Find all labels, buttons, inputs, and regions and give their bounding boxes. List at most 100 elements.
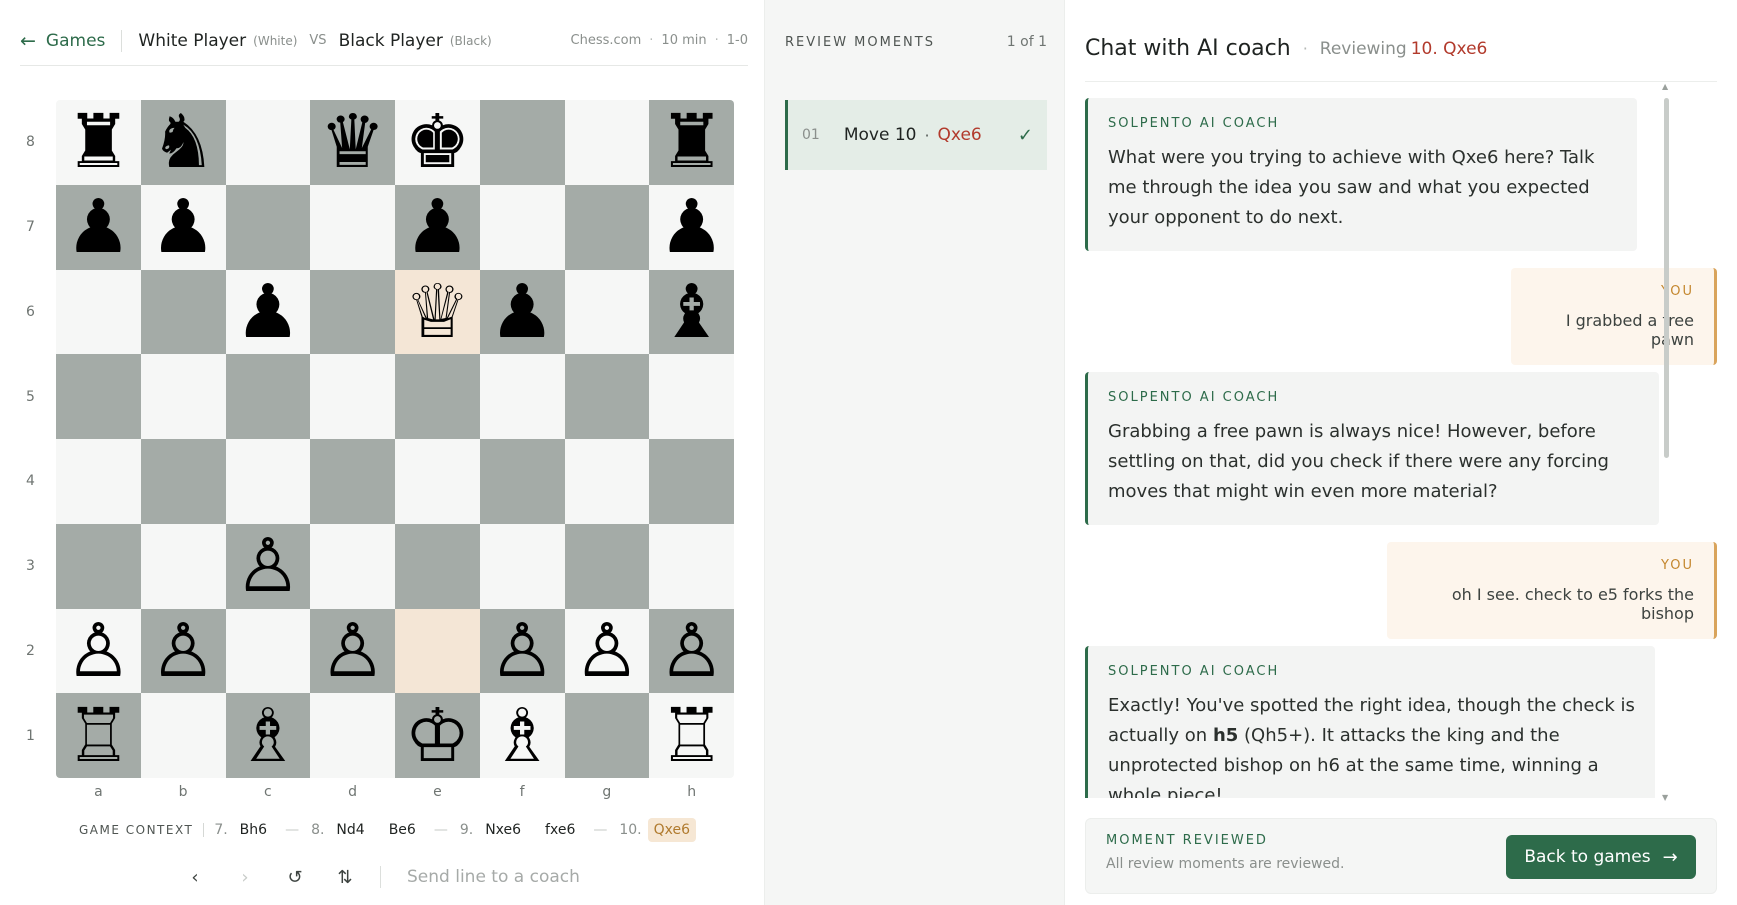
square-f3[interactable] xyxy=(479,523,565,609)
square-b7[interactable]: ♟ xyxy=(140,184,226,270)
review-moment-item[interactable]: 01 Move 10 · Qxe6 ✓ xyxy=(785,100,1047,170)
white-rook-icon[interactable]: ♖ xyxy=(658,699,724,773)
square-g5[interactable] xyxy=(564,354,650,439)
square-g7[interactable] xyxy=(564,184,650,270)
square-f1[interactable]: ♗ xyxy=(479,693,565,778)
square-g1[interactable] xyxy=(564,693,650,778)
scrollbar-thumb[interactable] xyxy=(1664,98,1669,458)
move-7-white[interactable]: Bh6 xyxy=(234,818,273,842)
square-e2[interactable] xyxy=(395,608,480,694)
chat-scrollbar[interactable]: ▲ ▼ xyxy=(1660,82,1672,802)
square-b3[interactable] xyxy=(140,523,226,609)
white-king-icon[interactable]: ♔ xyxy=(404,699,470,773)
square-f2[interactable]: ♙ xyxy=(479,608,565,694)
square-c1[interactable]: ♗ xyxy=(225,693,311,778)
chess-board[interactable]: ♜ ♞ ♛ ♚ ♜ ♟ ♟ ♟ ♟ ♟ ♕ ♟ ♝ ♙ ♙ ♙ ♙ ♙ ♙ ♙ ♖ ♗ ♔ ♗ ♖ xyxy=(56,100,734,778)
scroll-down-icon[interactable]: ▼ xyxy=(1662,793,1668,802)
square-e8[interactable]: ♚ xyxy=(395,100,480,185)
chevron-right-icon[interactable]: › xyxy=(230,862,260,892)
square-b8[interactable]: ♞ xyxy=(140,100,226,185)
move-9-black[interactable]: fxe6 xyxy=(539,818,581,842)
square-f7[interactable] xyxy=(479,184,565,270)
white-pawn-icon[interactable]: ♙ xyxy=(65,614,131,688)
square-a8[interactable]: ♜ xyxy=(56,100,141,185)
square-d5[interactable] xyxy=(310,354,395,439)
square-a5[interactable] xyxy=(56,354,141,439)
white-bishop-icon[interactable]: ♗ xyxy=(489,699,555,773)
black-pawn-icon[interactable]: ♟ xyxy=(489,275,555,349)
square-e7[interactable]: ♟ xyxy=(395,184,480,270)
square-c4[interactable] xyxy=(225,439,311,524)
black-pawn-icon[interactable]: ♟ xyxy=(150,190,216,264)
black-bishop-icon[interactable]: ♝ xyxy=(658,275,724,349)
move-9-white[interactable]: Nxe6 xyxy=(479,818,527,842)
square-b1[interactable] xyxy=(140,693,226,778)
black-rook-icon[interactable]: ♜ xyxy=(65,105,131,179)
send-line-to-coach-button[interactable]: Send line to a coach xyxy=(407,867,580,887)
square-a2[interactable]: ♙ xyxy=(56,608,141,694)
scroll-up-icon[interactable]: ▲ xyxy=(1662,82,1668,91)
black-pawn-icon[interactable]: ♟ xyxy=(65,190,131,264)
white-pawn-icon[interactable]: ♙ xyxy=(658,614,724,688)
square-b2[interactable]: ♙ xyxy=(140,608,226,694)
square-e4[interactable] xyxy=(395,439,480,524)
square-d2[interactable]: ♙ xyxy=(310,608,395,694)
square-c7[interactable] xyxy=(225,184,311,270)
chevron-left-icon[interactable]: ‹ xyxy=(180,862,210,892)
white-pawn-icon[interactable]: ♙ xyxy=(150,614,216,688)
square-h3[interactable] xyxy=(649,523,734,609)
black-king-icon[interactable]: ♚ xyxy=(404,105,470,179)
square-a6[interactable] xyxy=(56,269,141,355)
square-c3[interactable]: ♙ xyxy=(225,523,311,609)
white-pawn-icon[interactable]: ♙ xyxy=(319,614,385,688)
white-pawn-icon[interactable]: ♙ xyxy=(235,529,301,603)
square-h5[interactable] xyxy=(649,354,734,439)
black-knight-icon[interactable]: ♞ xyxy=(150,105,216,179)
white-bishop-icon[interactable]: ♗ xyxy=(235,699,301,773)
square-b6[interactable] xyxy=(140,269,226,355)
square-f5[interactable] xyxy=(479,354,565,439)
square-f8[interactable] xyxy=(479,100,565,185)
square-d3[interactable] xyxy=(310,523,395,609)
square-e5[interactable] xyxy=(395,354,480,439)
square-d8[interactable]: ♛ xyxy=(310,100,395,185)
square-h7[interactable]: ♟ xyxy=(649,184,734,270)
square-c8[interactable] xyxy=(225,100,311,185)
square-g4[interactable] xyxy=(564,439,650,524)
black-rook-icon[interactable]: ♜ xyxy=(658,105,724,179)
square-h8[interactable]: ♜ xyxy=(649,100,734,185)
square-d1[interactable] xyxy=(310,693,395,778)
white-pawn-icon[interactable]: ♙ xyxy=(574,614,640,688)
chat-messages[interactable]: SOLPENTO AI COACH What were you trying t… xyxy=(1085,98,1717,798)
square-e6[interactable]: ♕ xyxy=(395,269,480,355)
square-a1[interactable]: ♖ xyxy=(56,693,141,778)
white-queen-icon[interactable]: ♕ xyxy=(404,275,470,349)
square-g2[interactable]: ♙ xyxy=(564,608,650,694)
square-a3[interactable] xyxy=(56,523,141,609)
rotate-icon[interactable]: ↺ xyxy=(280,862,310,892)
square-c5[interactable] xyxy=(225,354,311,439)
white-rook-icon[interactable]: ♖ xyxy=(65,699,131,773)
square-d6[interactable] xyxy=(310,269,395,355)
black-pawn-icon[interactable]: ♟ xyxy=(658,190,724,264)
square-g6[interactable] xyxy=(564,269,650,355)
square-g8[interactable] xyxy=(564,100,650,185)
square-g3[interactable] xyxy=(564,523,650,609)
square-d4[interactable] xyxy=(310,439,395,524)
black-pawn-icon[interactable]: ♟ xyxy=(235,275,301,349)
move-10-white-current[interactable]: Qxe6 xyxy=(647,818,697,842)
black-queen-icon[interactable]: ♛ xyxy=(319,105,385,179)
back-to-games-button[interactable]: Back to games → xyxy=(1506,835,1696,879)
square-c6[interactable]: ♟ xyxy=(225,269,311,355)
square-b4[interactable] xyxy=(140,439,226,524)
flip-board-icon[interactable]: ⇅ xyxy=(330,862,360,892)
square-e1[interactable]: ♔ xyxy=(395,693,480,778)
square-h1[interactable]: ♖ xyxy=(649,693,734,778)
back-to-games-link[interactable]: ← Games xyxy=(20,30,105,52)
move-8-black[interactable]: Be6 xyxy=(383,818,422,842)
square-c2[interactable] xyxy=(225,608,311,694)
square-a7[interactable]: ♟ xyxy=(56,184,141,270)
white-pawn-icon[interactable]: ♙ xyxy=(489,614,555,688)
square-h6[interactable]: ♝ xyxy=(649,269,734,355)
square-a4[interactable] xyxy=(56,439,141,524)
